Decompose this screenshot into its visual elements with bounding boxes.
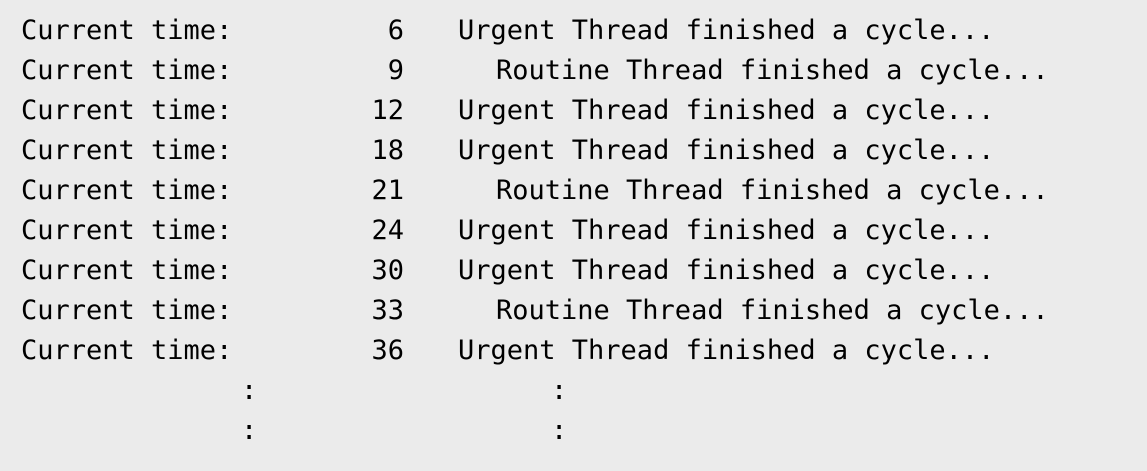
log-line: Current time: 6 Urgent Thread finished a… [0, 11, 1147, 51]
log-label: Current time: [21, 215, 233, 246]
log-label: Current time: [21, 175, 233, 206]
log-line: Current time: 12 Urgent Thread finished … [0, 91, 1147, 131]
log-time: 24 [371, 215, 404, 246]
log-label: Current time: [21, 335, 233, 366]
log-time: 33 [371, 295, 404, 326]
ellipsis-mark: : [241, 375, 258, 406]
log-time: 18 [371, 135, 404, 166]
log-message: Urgent Thread finished a cycle... [458, 215, 995, 246]
log-message: Routine Thread finished a cycle... [496, 175, 1049, 206]
log-line: Current time: 9 Routine Thread finished … [0, 51, 1147, 91]
log-line: Current time: 33 Routine Thread finished… [0, 291, 1147, 331]
continuation-line: : : [0, 371, 1147, 411]
log-line: Current time: 21 Routine Thread finished… [0, 171, 1147, 211]
log-message: Urgent Thread finished a cycle... [458, 335, 995, 366]
log-time: 12 [371, 95, 404, 126]
log-label: Current time: [21, 135, 233, 166]
log-line: Current time: 30 Urgent Thread finished … [0, 251, 1147, 291]
log-time: 21 [371, 175, 404, 206]
ellipsis-mark: : [551, 375, 568, 406]
log-label: Current time: [21, 55, 233, 86]
log-message: Urgent Thread finished a cycle... [458, 95, 995, 126]
ellipsis-mark: : [551, 415, 568, 446]
ellipsis-mark: : [241, 415, 258, 446]
log-time: 9 [387, 55, 404, 86]
log-message: Routine Thread finished a cycle... [496, 295, 1049, 326]
log-label: Current time: [21, 95, 233, 126]
log-time: 36 [371, 335, 404, 366]
console-output: Current time: 6 Urgent Thread finished a… [0, 0, 1147, 471]
log-time: 6 [387, 15, 404, 46]
log-line: Current time: 24 Urgent Thread finished … [0, 211, 1147, 251]
log-label: Current time: [21, 15, 233, 46]
continuation-line: : : [0, 411, 1147, 451]
log-label: Current time: [21, 255, 233, 286]
log-message: Routine Thread finished a cycle... [496, 55, 1049, 86]
log-line: Current time: 18 Urgent Thread finished … [0, 131, 1147, 171]
log-message: Urgent Thread finished a cycle... [458, 135, 995, 166]
log-message: Urgent Thread finished a cycle... [458, 255, 995, 286]
log-line: Current time: 36 Urgent Thread finished … [0, 331, 1147, 371]
log-label: Current time: [21, 295, 233, 326]
log-message: Urgent Thread finished a cycle... [458, 15, 995, 46]
log-time: 30 [371, 255, 404, 286]
